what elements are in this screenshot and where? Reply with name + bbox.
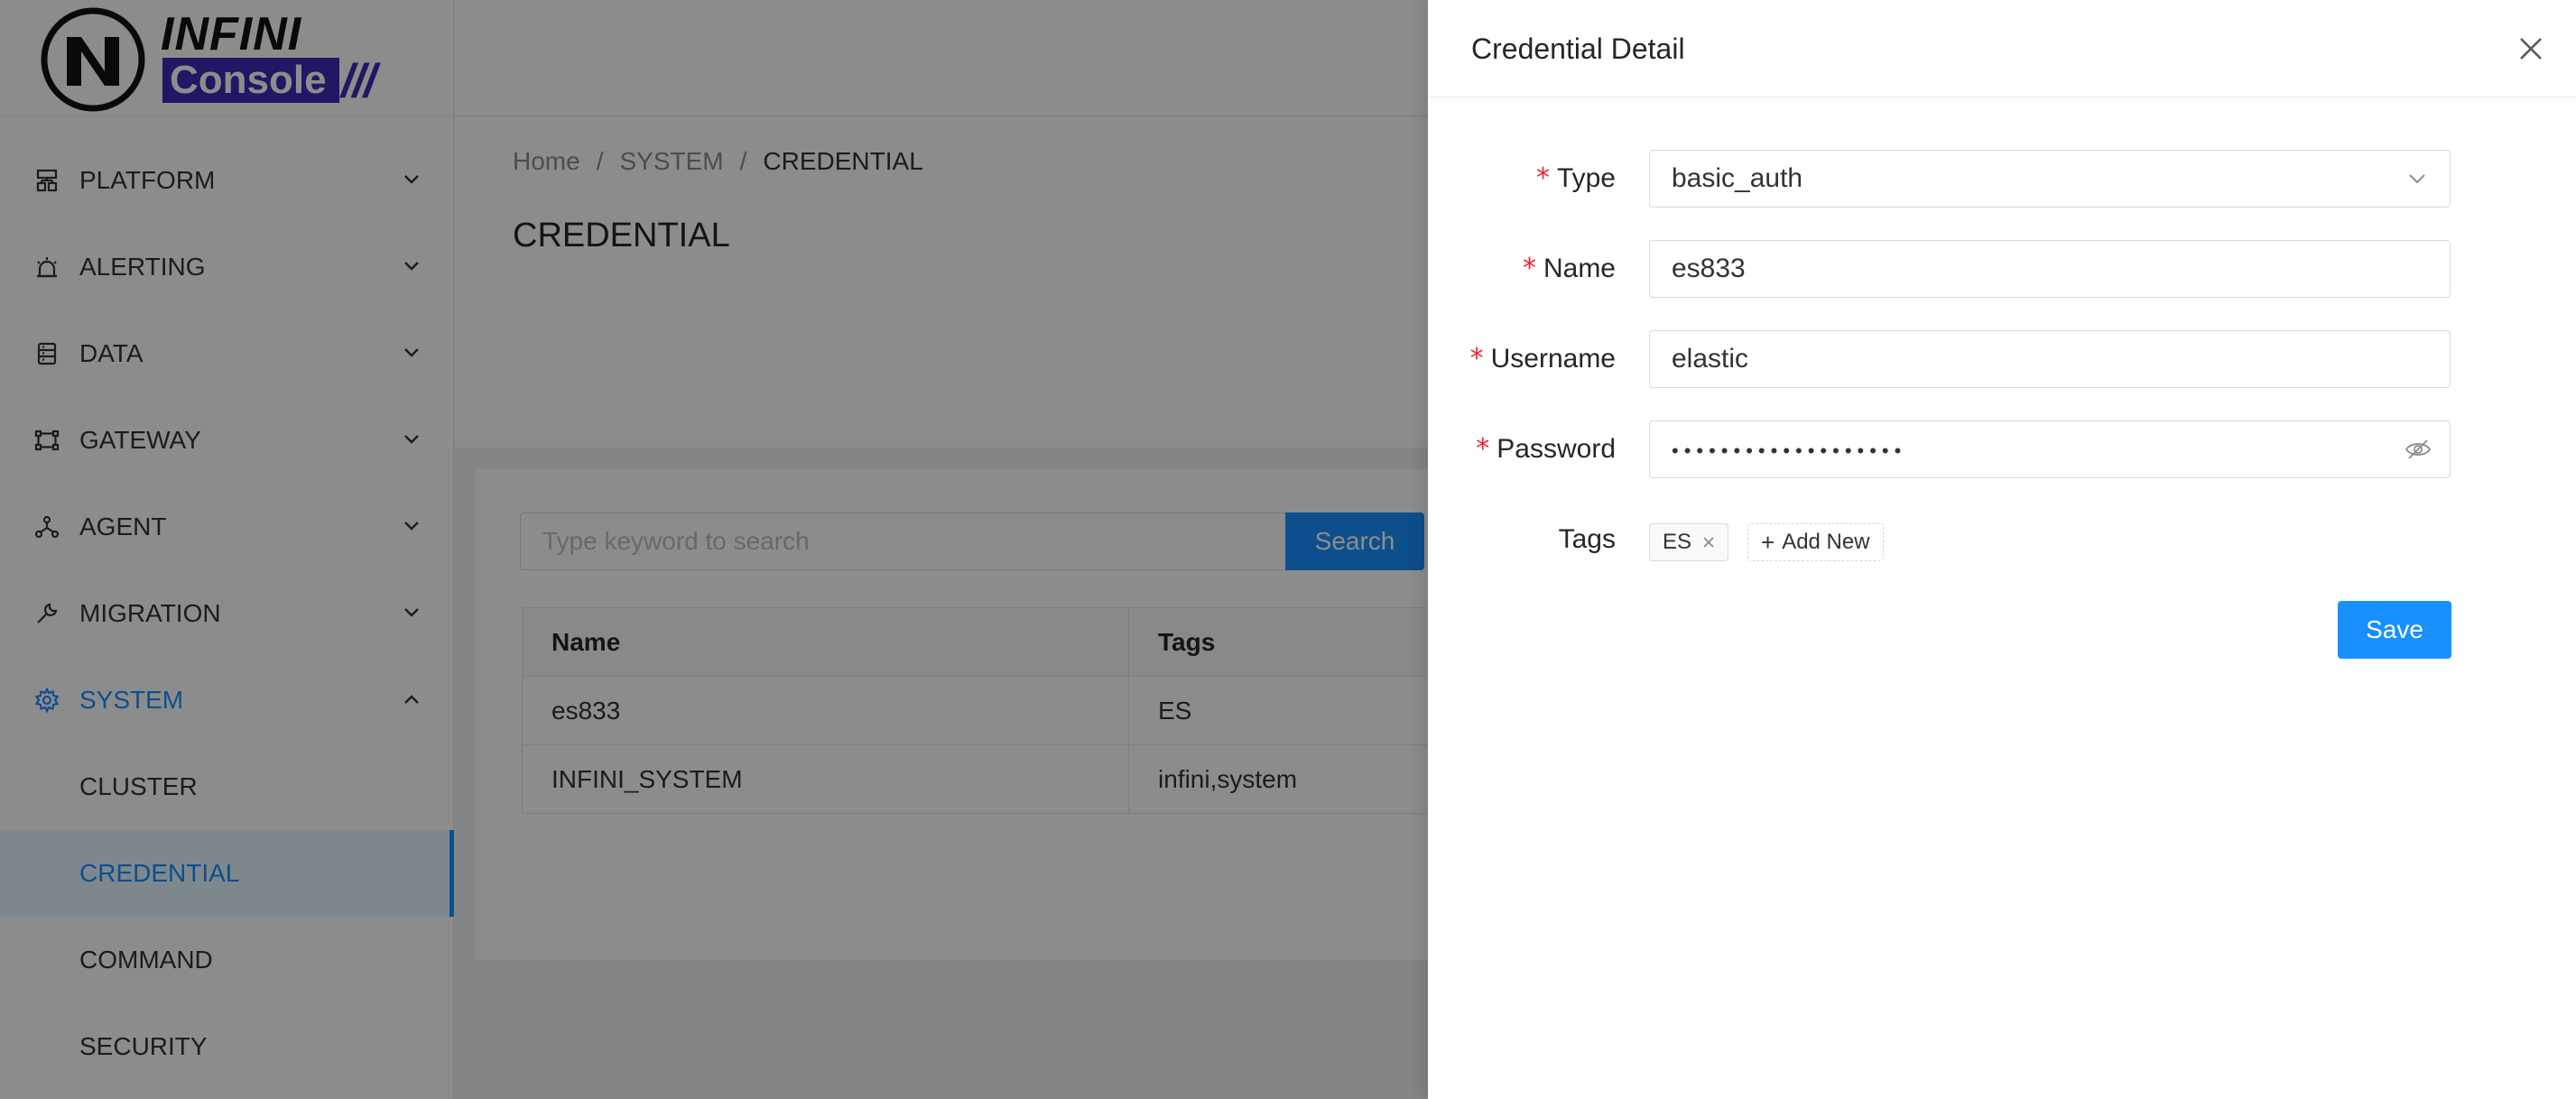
form-row-type: * Type basic_auth — [1428, 150, 2576, 208]
tag-close-icon[interactable] — [1702, 536, 1715, 549]
password-label: * Password — [1476, 433, 1616, 465]
credential-detail-drawer: Credential Detail * Type basic_auth * Name… — [1428, 0, 2576, 1099]
password-value: ••••••••••••••••••• — [1672, 439, 1907, 462]
tag-label: ES — [1663, 530, 1692, 554]
type-select[interactable]: basic_auth — [1649, 150, 2451, 208]
form-row-username: * Username elastic — [1428, 330, 2576, 388]
required-mark: * — [1535, 162, 1550, 194]
form-row-name: * Name es833 — [1428, 240, 2576, 298]
type-select-value: basic_auth — [1672, 163, 1803, 193]
drawer-mask[interactable] — [0, 0, 1428, 1099]
type-label: * Type — [1535, 162, 1616, 194]
close-icon[interactable] — [2516, 34, 2545, 63]
form-row-password: * Password ••••••••••••••••••• — [1428, 420, 2576, 478]
form-row-tags: Tags ES + Add New — [1428, 511, 2576, 568]
drawer-title: Credential Detail — [1471, 32, 1685, 65]
required-mark: * — [1469, 343, 1484, 374]
username-input[interactable]: elastic — [1649, 330, 2451, 388]
chevron-down-icon — [2409, 174, 2425, 184]
password-input[interactable]: ••••••••••••••••••• — [1649, 420, 2451, 478]
tags-label: Tags — [1558, 524, 1616, 554]
username-label: * Username — [1469, 343, 1616, 374]
required-mark: * — [1522, 253, 1536, 284]
add-new-label: Add New — [1782, 530, 1870, 554]
plus-icon: + — [1761, 529, 1775, 556]
save-button[interactable]: Save — [2338, 601, 2451, 659]
required-mark: * — [1476, 433, 1490, 465]
drawer-header: Credential Detail — [1428, 0, 2576, 97]
eye-invisible-icon[interactable] — [2405, 438, 2432, 461]
name-label: * Name — [1522, 253, 1616, 284]
tag-es: ES — [1649, 523, 1729, 561]
name-input[interactable]: es833 — [1649, 240, 2451, 298]
add-new-tag-button[interactable]: + Add New — [1747, 523, 1884, 561]
